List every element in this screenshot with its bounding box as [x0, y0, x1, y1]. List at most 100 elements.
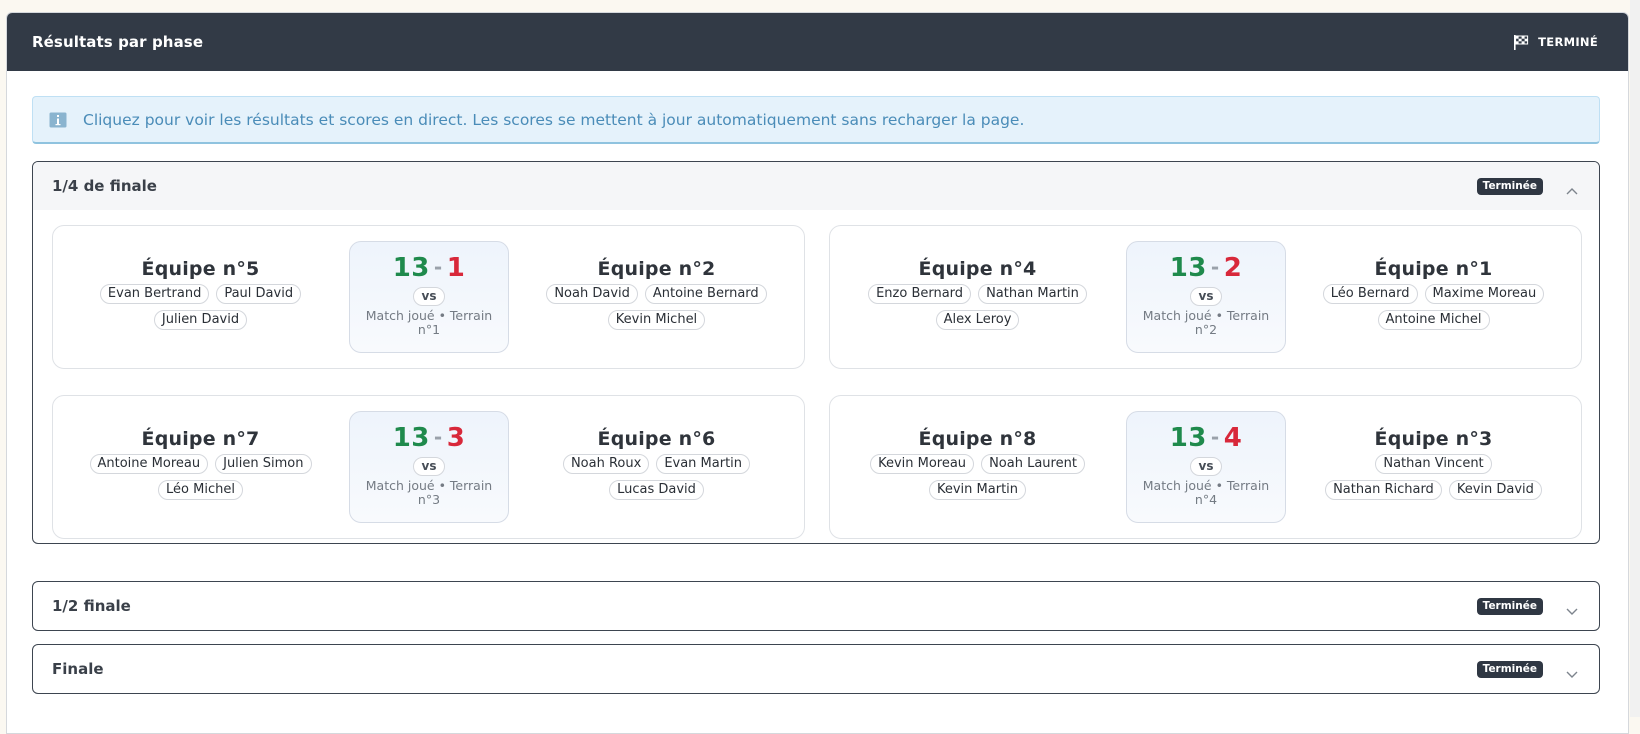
status-badge: Terminée	[1476, 177, 1543, 195]
player-list: Evan Bertrand Paul David Julien David	[86, 284, 316, 330]
score-winner: 13	[392, 423, 430, 453]
team-left: Équipe n°8 Kevin Moreau Noah Laurent Kev…	[830, 396, 1125, 538]
player-chip: Noah Laurent	[981, 454, 1085, 474]
phase-title: 1/2 finale	[52, 597, 131, 615]
score: 13-1	[392, 253, 466, 283]
vs-badge: vs	[1189, 457, 1223, 476]
player-chip: Nathan Martin	[978, 284, 1087, 304]
score-box: 13-1 vs Match joué • Terrain n°1	[349, 241, 509, 353]
tournament-status: TERMINÉ	[1513, 34, 1598, 50]
results-card: Résultats par phase TERMINÉ Cliquez pour…	[6, 12, 1629, 734]
player-chip: Léo Bernard	[1322, 284, 1418, 304]
player-chip: Paul David	[216, 284, 302, 304]
team-name: Équipe n°5	[141, 258, 260, 280]
match-info: Match joué • Terrain n°4	[1142, 478, 1270, 507]
team-left: Équipe n°4 Enzo Bernard Nathan Martin Al…	[830, 226, 1125, 368]
chevron-up-icon[interactable]	[1565, 181, 1579, 195]
info-icon	[49, 112, 67, 128]
chevron-down-icon[interactable]	[1565, 664, 1579, 678]
match-info: Match joué • Terrain n°2	[1142, 308, 1270, 337]
match-grid: Équipe n°5 Evan Bertrand Paul David Juli…	[33, 210, 1599, 543]
player-list: Enzo Bernard Nathan Martin Alex Leroy	[863, 284, 1093, 330]
score-winner: 13	[1169, 423, 1207, 453]
status-badge: Terminée	[1476, 660, 1543, 678]
team-right: Équipe n°6 Noah Roux Evan Martin Lucas D…	[509, 396, 804, 538]
match-card[interactable]: Équipe n°7 Antoine Moreau Julien Simon L…	[52, 395, 805, 539]
score-loser: 3	[446, 423, 466, 453]
card-header: Résultats par phase TERMINÉ	[7, 13, 1628, 71]
phase-header-semi-finals[interactable]: 1/2 finale Terminée	[33, 582, 1599, 630]
score: 13-4	[1169, 423, 1243, 453]
phase-header-final[interactable]: Finale Terminée	[33, 645, 1599, 693]
match-info: Match joué • Terrain n°3	[365, 478, 493, 507]
player-chip: Julien David	[153, 310, 248, 330]
status-label: TERMINÉ	[1538, 35, 1598, 49]
player-chip: Kevin Michel	[607, 310, 706, 330]
team-name: Équipe n°1	[1374, 258, 1493, 280]
player-chip: Nathan Richard	[1325, 480, 1442, 500]
player-chip: Antoine Michel	[1377, 310, 1490, 330]
player-chip: Nathan Vincent	[1375, 454, 1492, 474]
player-chip: Antoine Bernard	[644, 284, 767, 304]
team-name: Équipe n°3	[1374, 428, 1493, 450]
player-chip: Maxime Moreau	[1424, 284, 1545, 304]
team-name: Équipe n°4	[918, 258, 1037, 280]
player-chip: Lucas David	[609, 480, 704, 500]
player-list: Léo Bernard Maxime Moreau Antoine Michel	[1319, 284, 1549, 330]
player-chip: Noah David	[546, 284, 638, 304]
vs-badge: vs	[412, 457, 446, 476]
player-chip: Noah Roux	[562, 454, 650, 474]
phase-title: 1/4 de finale	[52, 177, 157, 195]
phase-header-quarter-finals[interactable]: 1/4 de finale Terminée	[33, 162, 1599, 210]
player-chip: Julien Simon	[215, 454, 312, 474]
team-left: Équipe n°7 Antoine Moreau Julien Simon L…	[53, 396, 348, 538]
team-right: Équipe n°3 Nathan Vincent Nathan Richard…	[1286, 396, 1581, 538]
info-alert: Cliquez pour voir les résultats et score…	[32, 96, 1600, 144]
vs-badge: vs	[412, 287, 446, 306]
team-name: Équipe n°7	[141, 428, 260, 450]
alert-text: Cliquez pour voir les résultats et score…	[83, 110, 1025, 129]
match-card[interactable]: Équipe n°5 Evan Bertrand Paul David Juli…	[52, 225, 805, 369]
match-info: Match joué • Terrain n°1	[365, 308, 493, 337]
team-name: Équipe n°2	[597, 258, 716, 280]
player-chip: Kevin Moreau	[870, 454, 975, 474]
scrollbar[interactable]	[1630, 0, 1640, 717]
player-chip: Kevin Martin	[928, 480, 1027, 500]
phase-final: Finale Terminée	[32, 644, 1600, 694]
player-chip: Antoine Moreau	[89, 454, 209, 474]
player-chip: Alex Leroy	[935, 310, 1020, 330]
player-list: Kevin Moreau Noah Laurent Kevin Martin	[863, 454, 1093, 500]
team-name: Équipe n°6	[597, 428, 716, 450]
team-right: Équipe n°1 Léo Bernard Maxime Moreau Ant…	[1286, 226, 1581, 368]
team-left: Équipe n°5 Evan Bertrand Paul David Juli…	[53, 226, 348, 368]
score-winner: 13	[392, 253, 430, 283]
phase-quarter-finals: 1/4 de finale Terminée Équipe n°5 Evan B…	[32, 161, 1600, 544]
score-loser: 2	[1223, 253, 1243, 283]
player-chip: Léo Michel	[158, 480, 243, 500]
score-box: 13-4 vs Match joué • Terrain n°4	[1126, 411, 1286, 523]
checkered-flag-icon	[1513, 34, 1529, 50]
score: 13-3	[392, 423, 466, 453]
score: 13-2	[1169, 253, 1243, 283]
chevron-down-icon[interactable]	[1565, 601, 1579, 615]
page-title: Résultats par phase	[32, 33, 204, 51]
match-card[interactable]: Équipe n°4 Enzo Bernard Nathan Martin Al…	[829, 225, 1582, 369]
match-card[interactable]: Équipe n°8 Kevin Moreau Noah Laurent Kev…	[829, 395, 1582, 539]
score-box: 13-3 vs Match joué • Terrain n°3	[349, 411, 509, 523]
team-name: Équipe n°8	[918, 428, 1037, 450]
player-list: Noah David Antoine Bernard Kevin Michel	[542, 284, 772, 330]
score-winner: 13	[1169, 253, 1207, 283]
player-chip: Kevin David	[1448, 480, 1542, 500]
team-right: Équipe n°2 Noah David Antoine Bernard Ke…	[509, 226, 804, 368]
player-chip: Enzo Bernard	[868, 284, 972, 304]
vs-badge: vs	[1189, 287, 1223, 306]
player-list: Noah Roux Evan Martin Lucas David	[542, 454, 772, 500]
player-chip: Evan Bertrand	[99, 284, 210, 304]
score-loser: 4	[1223, 423, 1243, 453]
score-loser: 1	[446, 253, 466, 283]
player-list: Antoine Moreau Julien Simon Léo Michel	[86, 454, 316, 500]
status-badge: Terminée	[1476, 597, 1543, 615]
phase-title: Finale	[52, 660, 104, 678]
score-box: 13-2 vs Match joué • Terrain n°2	[1126, 241, 1286, 353]
player-list: Nathan Vincent Nathan Richard Kevin Davi…	[1319, 454, 1549, 500]
